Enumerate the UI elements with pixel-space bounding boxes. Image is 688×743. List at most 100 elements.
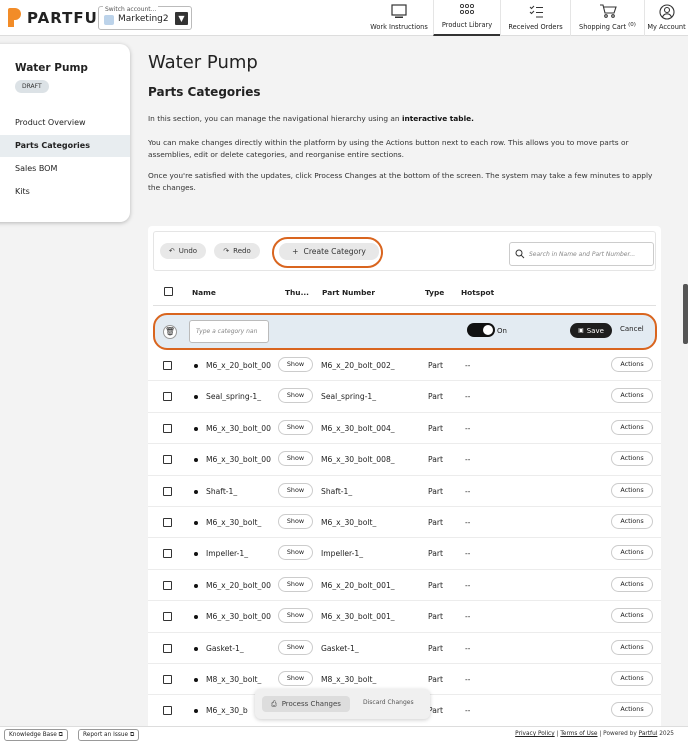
external-link-icon: ⧉ (58, 732, 63, 738)
row-hotspot: -- (465, 455, 471, 465)
column-type[interactable]: Type (425, 288, 444, 297)
discard-changes-button[interactable]: Discard Changes (363, 699, 414, 706)
privacy-policy-link[interactable]: Privacy Policy (515, 731, 555, 737)
search-placeholder: Search in Name and Part Number... (529, 251, 636, 258)
switch-account-select[interactable]: Switch account... Marketing2 ▼ (98, 6, 192, 30)
row-part-number: Gasket-1_ (321, 643, 359, 653)
show-thumbnail-button[interactable]: Show (278, 608, 313, 624)
show-thumbnail-button[interactable]: Show (278, 482, 313, 498)
cart-icon (599, 4, 617, 18)
nav-received-orders[interactable]: Received Orders (500, 0, 570, 36)
column-hotspot[interactable]: Hotspot (461, 288, 494, 297)
bullet-icon (194, 364, 198, 368)
row-part-number: Seal_spring-1_ (321, 392, 377, 402)
row-name: M6_x_30_bolt_00 (206, 612, 271, 622)
row-hotspot: -- (465, 612, 471, 622)
show-thumbnail-button[interactable]: Show (278, 419, 313, 435)
sidebar-item-parts-categories[interactable]: Parts Categories (0, 135, 130, 157)
category-name-input[interactable]: Type a category nan (189, 320, 269, 343)
scrollbar-thumb[interactable] (683, 284, 688, 344)
actions-button[interactable]: Actions (611, 608, 653, 624)
row-checkbox[interactable] (163, 455, 172, 465)
monitor-icon (391, 4, 407, 18)
actions-button[interactable]: Actions (611, 357, 653, 372)
column-thumbnail[interactable]: Thu... (285, 288, 309, 297)
row-checkbox[interactable] (163, 706, 172, 716)
column-name[interactable]: Name (192, 288, 216, 297)
sidebar-item-kits[interactable]: Kits (0, 181, 130, 203)
cart-count: (0) (628, 21, 636, 28)
external-link-icon: ⧉ (129, 732, 135, 738)
row-checkbox[interactable] (163, 486, 172, 496)
row-checkbox[interactable] (163, 392, 172, 402)
redo-button[interactable]: ↷ Redo (214, 243, 260, 259)
actions-button[interactable]: Actions (611, 514, 653, 529)
hotspot-toggle[interactable] (467, 323, 495, 337)
process-changes-button[interactable]: ⎙ Process Changes (262, 696, 350, 712)
show-thumbnail-button[interactable]: Show (278, 451, 313, 467)
row-checkbox[interactable] (163, 518, 172, 527)
show-thumbnail-button[interactable]: Show (278, 388, 313, 404)
knowledge-base-link[interactable]: Knowledge Base ⧉ (4, 729, 68, 741)
row-checkbox[interactable] (163, 423, 172, 433)
terms-of-use-link[interactable]: Terms of Use (560, 731, 597, 737)
intro-bold: interactive table. (401, 114, 474, 123)
row-checkbox[interactable] (163, 549, 172, 559)
row-checkbox[interactable] (163, 361, 172, 370)
actions-button[interactable]: Actions (611, 388, 653, 404)
row-hotspot: -- (465, 580, 471, 590)
bullet-icon (194, 458, 198, 463)
trash-icon[interactable]: 🗑 (163, 325, 177, 339)
actions-button[interactable]: Actions (611, 639, 653, 655)
actions-button[interactable]: Actions (611, 451, 653, 467)
partful-link[interactable]: Partful (639, 731, 658, 737)
row-type: Part (428, 486, 443, 496)
show-thumbnail-button[interactable]: Show (278, 545, 313, 561)
column-part-number[interactable]: Part Number (322, 288, 375, 297)
row-checkbox[interactable] (163, 580, 172, 590)
row-hotspot: -- (465, 423, 471, 433)
chevron-down-icon[interactable]: ▼ (175, 12, 188, 25)
actions-button[interactable]: Actions (611, 419, 653, 435)
actions-button[interactable]: Actions (611, 576, 653, 592)
undo-label: Undo (178, 247, 198, 255)
nav-work-instructions[interactable]: Work Instructions (365, 0, 433, 36)
save-button[interactable]: ▣ Save (570, 323, 612, 338)
nav-shopping-cart[interactable]: Shopping Cart (0) (570, 0, 644, 36)
main-nav: Work Instructions Product Library Receiv… (365, 0, 688, 36)
show-thumbnail-button[interactable]: Show (278, 514, 313, 529)
intro-paragraph-3: Once you're satisfied with the updates, … (148, 171, 653, 192)
actions-button[interactable]: Actions (611, 545, 653, 561)
undo-button[interactable]: ↶ Undo (160, 243, 206, 259)
row-type: Part (428, 580, 443, 590)
table-row: Shaft-1_ Show Shaft-1_ Part -- Actions (148, 476, 661, 507)
partful-logo[interactable]: PARTFUL (8, 8, 108, 27)
actions-button[interactable]: Actions (611, 671, 653, 686)
show-thumbnail-button[interactable]: Show (278, 671, 313, 686)
row-hotspot: -- (465, 361, 471, 370)
row-checkbox[interactable] (163, 612, 172, 622)
show-thumbnail-button[interactable]: Show (278, 639, 313, 655)
row-checkbox[interactable] (163, 675, 172, 684)
row-checkbox[interactable] (163, 643, 172, 653)
table-toolbar: ↶ Undo ↷ Redo + Create Category Search in N… (153, 231, 656, 271)
nav-product-library[interactable]: Product Library (433, 0, 500, 36)
select-all-checkbox[interactable] (164, 287, 173, 296)
save-icon: ▣ (578, 327, 584, 334)
report-issue-link[interactable]: Report an Issue ⧉ (78, 729, 140, 741)
show-thumbnail-button[interactable]: Show (278, 576, 313, 592)
process-icon: ⎙ (271, 699, 277, 708)
actions-button[interactable]: Actions (611, 702, 653, 718)
row-name: M6_x_30_bolt_00 (206, 455, 271, 465)
search-input[interactable]: Search in Name and Part Number... (509, 242, 654, 266)
nav-my-account[interactable]: My Account (644, 0, 688, 36)
cancel-button[interactable]: Cancel (620, 325, 644, 333)
sidebar-item-product-overview[interactable]: Product Overview (0, 112, 130, 134)
bullet-icon (194, 615, 198, 620)
sidebar-item-sales-bom[interactable]: Sales BOM (0, 158, 130, 180)
show-thumbnail-button[interactable]: Show (278, 357, 313, 372)
nav-label: Product Library (441, 21, 493, 29)
actions-button[interactable]: Actions (611, 482, 653, 498)
row-part-number: M6_x_20_bolt_001_ (321, 580, 395, 590)
bullet-icon (194, 552, 198, 557)
